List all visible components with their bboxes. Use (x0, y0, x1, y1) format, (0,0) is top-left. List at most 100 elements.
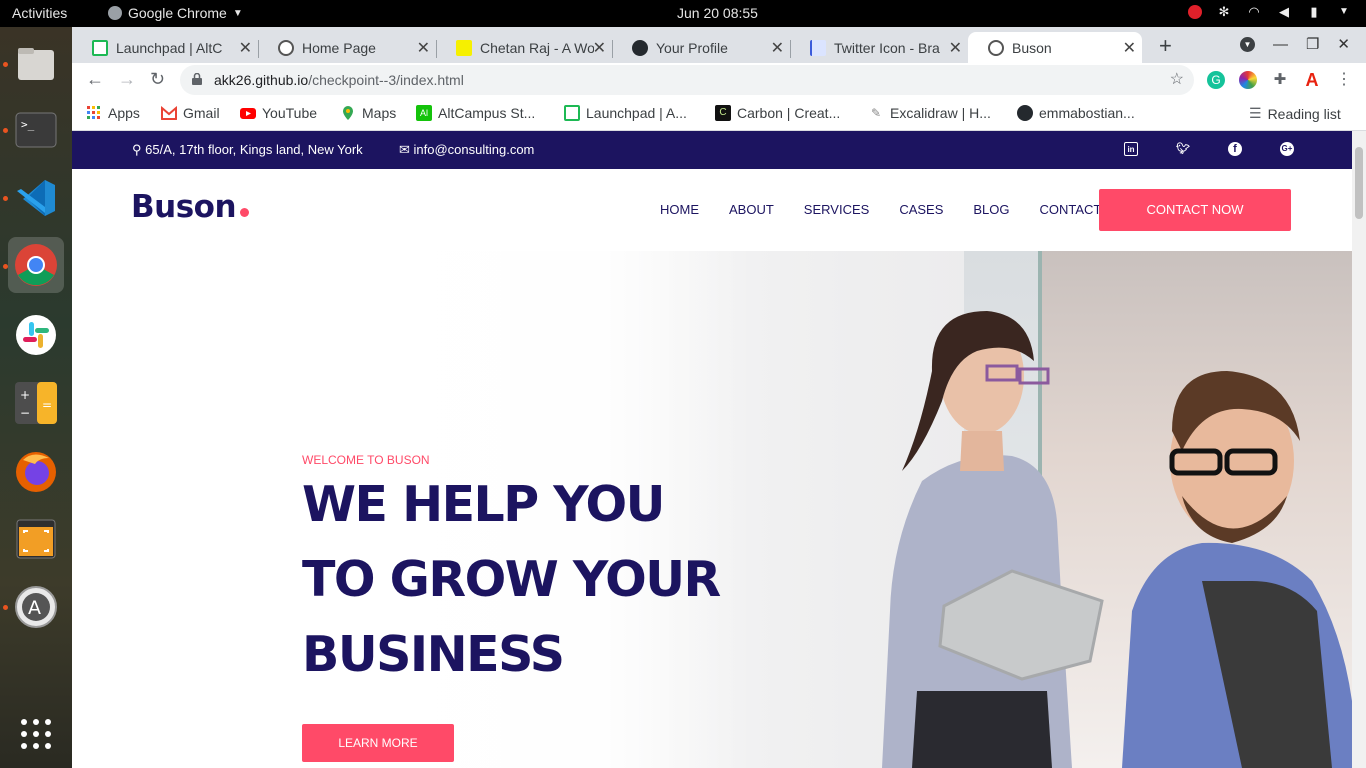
maps-icon (343, 106, 353, 120)
page-scrollbar[interactable] (1352, 131, 1366, 768)
minimize-icon[interactable]: — (1273, 36, 1288, 53)
battery-icon[interactable]: ▮ (1306, 4, 1322, 20)
screenshot-app-icon[interactable] (8, 511, 64, 567)
tab-twitter-icon[interactable]: Twitter Icon - Bra ✕ (790, 32, 968, 63)
new-tab-button[interactable]: + (1159, 33, 1172, 59)
globe-icon (988, 39, 1004, 56)
svg-text:A: A (28, 597, 41, 619)
altcampus-icon: Al (416, 105, 432, 121)
bookmark-label: Excalidraw | H... (890, 105, 991, 121)
power-menu-icon[interactable]: ▼ (1336, 4, 1352, 20)
system-tray[interactable]: ✻ ◠ ◀ ▮ ▼ (1188, 4, 1352, 20)
firefox-app-icon[interactable] (8, 443, 64, 499)
wifi-icon[interactable]: ◠ (1246, 4, 1262, 20)
launchpad-icon (564, 105, 580, 121)
close-tab-icon[interactable]: ✕ (239, 38, 252, 58)
bookmark-label: Carbon | Creat... (737, 105, 841, 121)
calculator-app-icon[interactable]: + − = (8, 375, 64, 431)
back-icon[interactable]: ← (86, 69, 104, 90)
close-tab-icon[interactable]: ✕ (949, 38, 962, 58)
close-tab-icon[interactable]: ✕ (1123, 38, 1136, 58)
maximize-icon[interactable]: ❐ (1306, 35, 1319, 53)
yellow-square-icon (456, 39, 472, 56)
slack-app-icon[interactable] (8, 307, 64, 363)
address-info: ⚲ 65/A, 17th floor, Kings land, New York (132, 142, 363, 158)
carbon-icon: C (715, 105, 731, 121)
tab-chetan-raj[interactable]: Chetan Raj - A Wo ✕ (436, 32, 613, 63)
tab-search-icon[interactable]: ▼ (1239, 36, 1255, 52)
tab-home-page[interactable]: Home Page ✕ (258, 32, 437, 63)
nav-cases[interactable]: CASES (899, 202, 943, 217)
clock[interactable]: Jun 20 08:55 (677, 5, 758, 21)
acrobat-extension-icon[interactable]: A (1303, 71, 1321, 89)
window-controls: ▼ — ❐ ✕ (1239, 35, 1350, 53)
bookmark-label: Apps (108, 105, 140, 121)
bookmark-altcampus[interactable]: Al AltCampus St... (416, 105, 535, 121)
bookmark-launchpad[interactable]: Launchpad | A... (564, 105, 687, 121)
tab-strip: Launchpad | AltC ✕ Home Page ✕ Chetan Ra… (72, 27, 1366, 63)
bookmark-label: AltCampus St... (438, 105, 536, 121)
social-links: in 🐦︎ f G+ (1124, 142, 1294, 156)
slack-tray-icon[interactable]: ✻ (1216, 4, 1232, 20)
close-window-icon[interactable]: ✕ (1337, 35, 1350, 53)
close-tab-icon[interactable]: ✕ (593, 38, 606, 58)
activities-button[interactable]: Activities (12, 5, 67, 21)
extensions-puzzle-icon[interactable]: ✚ (1271, 71, 1289, 89)
bookmark-label: Gmail (183, 105, 220, 121)
scrollbar-thumb[interactable] (1355, 147, 1363, 219)
facebook-icon[interactable]: f (1228, 142, 1242, 156)
gmail-icon (161, 105, 177, 120)
tab-launchpad[interactable]: Launchpad | AltC ✕ (72, 32, 259, 63)
bookmark-maps[interactable]: Maps (340, 105, 396, 121)
bookmark-star-icon[interactable]: ☆ (1170, 65, 1184, 95)
bookmark-youtube[interactable]: YouTube (240, 105, 317, 121)
app-menu-label: Google Chrome (128, 5, 227, 21)
lock-icon[interactable] (192, 73, 202, 85)
nav-blog[interactable]: BLOG (973, 202, 1009, 217)
bookmark-emmabostian[interactable]: emmabostian... (1017, 105, 1135, 121)
site-logo[interactable]: Buson (131, 189, 250, 225)
svg-text:=: = (42, 398, 52, 412)
hero-heading-line-3: BUSINESS (302, 626, 565, 683)
files-app-icon[interactable] (8, 36, 64, 92)
bookmark-apps[interactable]: Apps (86, 105, 140, 121)
chrome-menu-icon[interactable]: ⋮ (1335, 71, 1353, 89)
bookmark-excalidraw[interactable]: ✎ Excalidraw | H... (868, 105, 991, 121)
grammarly-icon[interactable]: G (1207, 71, 1225, 89)
show-applications-icon[interactable] (8, 706, 64, 762)
contact-now-button[interactable]: CONTACT NOW (1099, 189, 1291, 231)
nav-home[interactable]: HOME (660, 202, 699, 217)
bookmarks-bar: Apps Gmail YouTube Maps Al AltCampus St.… (72, 97, 1366, 131)
close-tab-icon[interactable]: ✕ (771, 38, 784, 58)
email-info[interactable]: ✉ info@consulting.com (399, 142, 534, 158)
hero-welcome-text: WELCOME TO BUSON (302, 453, 430, 467)
address-text: 65/A, 17th floor, Kings land, New York (145, 142, 363, 157)
learn-more-button[interactable]: LEARN MORE (302, 724, 454, 762)
address-bar[interactable]: akk26.github.io/checkpoint--3/index.html… (180, 65, 1194, 95)
software-updater-app-icon[interactable]: A (8, 579, 64, 635)
browser-chrome: Launchpad | AltC ✕ Home Page ✕ Chetan Ra… (72, 27, 1366, 131)
bookmark-gmail[interactable]: Gmail (161, 105, 220, 121)
twitter-icon[interactable]: 🐦︎ (1176, 142, 1190, 156)
volume-icon[interactable]: ◀ (1276, 4, 1292, 20)
google-plus-icon[interactable]: G+ (1280, 142, 1294, 156)
linkedin-icon[interactable]: in (1124, 142, 1138, 156)
nav-contact[interactable]: CONTACT (1040, 202, 1102, 217)
forward-icon[interactable]: → (118, 69, 136, 90)
nav-services[interactable]: SERVICES (804, 202, 870, 217)
close-tab-icon[interactable]: ✕ (417, 38, 430, 58)
app-menu[interactable]: Google Chrome ▼ (108, 5, 243, 21)
vscode-app-icon[interactable] (8, 170, 64, 226)
reload-icon[interactable]: ↻ (150, 69, 165, 90)
do-not-disturb-icon[interactable] (1188, 5, 1202, 19)
chrome-app-icon[interactable] (8, 237, 64, 293)
terminal-app-icon[interactable]: >_ (8, 102, 64, 158)
apps-icon (87, 106, 100, 119)
tab-buson[interactable]: Buson ✕ (968, 32, 1142, 63)
bookmark-carbon[interactable]: C Carbon | Creat... (715, 105, 840, 121)
tab-your-profile[interactable]: Your Profile ✕ (612, 32, 791, 63)
color-picker-extension-icon[interactable] (1239, 71, 1257, 89)
nav-about[interactable]: ABOUT (729, 202, 774, 217)
altcampus-icon (92, 39, 108, 56)
reading-list-button[interactable]: ☰ Reading list (1249, 105, 1341, 122)
